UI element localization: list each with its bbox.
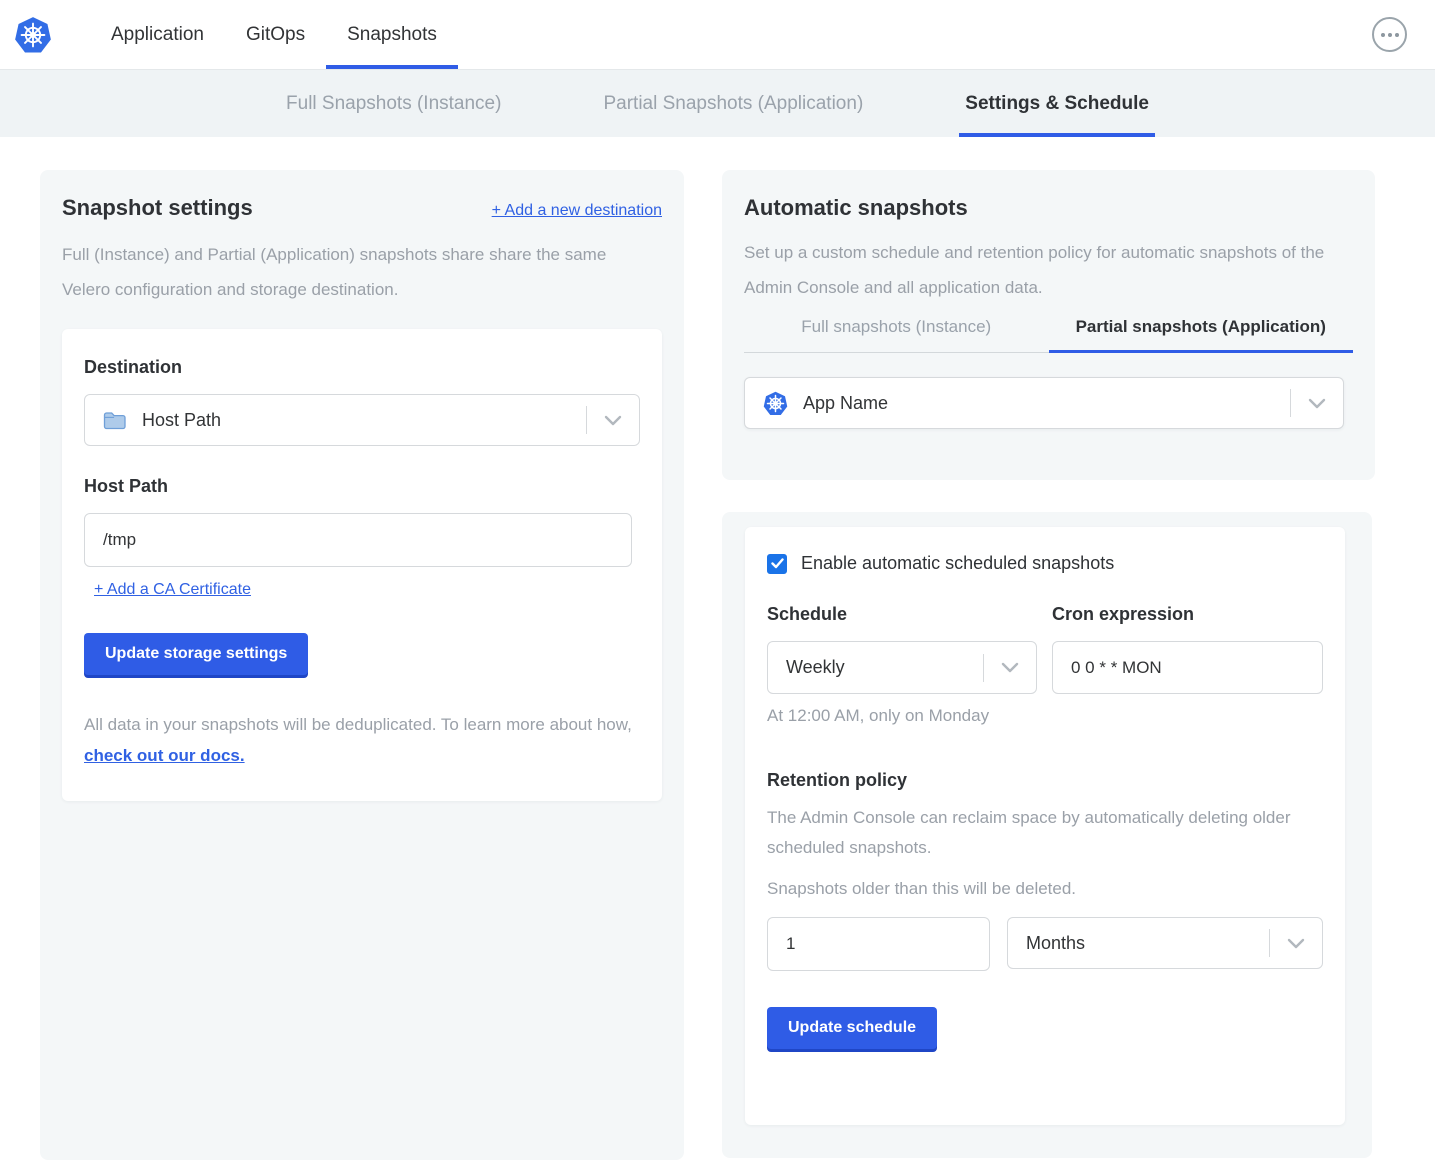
retention-policy-description: The Admin Console can reclaim space by a…: [767, 803, 1291, 863]
host-path-input[interactable]: [84, 513, 632, 567]
destination-value: Host Path: [142, 410, 221, 431]
cron-human-readable: At 12:00 AM, only on Monday: [767, 706, 1037, 726]
update-storage-settings-button[interactable]: Update storage settings: [84, 633, 308, 675]
app-select[interactable]: App Name: [744, 377, 1344, 429]
add-destination-link[interactable]: + Add a new destination: [492, 202, 662, 220]
snapshots-subnav: Full Snapshots (Instance) Partial Snapsh…: [0, 70, 1435, 137]
snapshots-settings-page: Application GitOps Snapshots Full Snapsh…: [0, 0, 1435, 1170]
storage-settings-form: Destination Host Path Host Path + Add a …: [62, 329, 662, 801]
nav-item-gitops[interactable]: GitOps: [225, 0, 326, 69]
schedule-interval-select[interactable]: Weekly: [767, 641, 1037, 694]
add-ca-certificate-link[interactable]: + Add a CA Certificate: [94, 581, 251, 599]
retention-hint: Snapshots older than this will be delete…: [767, 879, 1323, 899]
schedule-card: Enable automatic scheduled snapshots Sch…: [745, 527, 1345, 1125]
destination-label: Destination: [84, 357, 640, 378]
cron-expression-label: Cron expression: [1052, 604, 1323, 625]
tab-auto-partial-snapshots[interactable]: Partial snapshots (Application): [1049, 317, 1354, 353]
automatic-snapshots-tabs: Full snapshots (Instance) Partial snapsh…: [744, 317, 1353, 353]
nav-item-snapshots[interactable]: Snapshots: [326, 0, 458, 69]
schedule-interval-value: Weekly: [786, 657, 845, 678]
chevron-down-icon: [1270, 938, 1322, 949]
destination-select[interactable]: Host Path: [84, 394, 640, 446]
retention-unit-select[interactable]: Months: [1007, 917, 1323, 969]
kubernetes-app-icon: [763, 391, 788, 416]
host-path-label: Host Path: [84, 476, 640, 497]
retention-value-input[interactable]: [767, 917, 990, 971]
automatic-snapshots-card: Automatic snapshots Set up a custom sche…: [722, 170, 1375, 480]
chevron-down-icon: [1291, 398, 1343, 409]
snapshot-settings-description: Full (Instance) and Partial (Application…: [62, 237, 654, 307]
top-nav: Application GitOps Snapshots: [0, 0, 1435, 70]
tab-full-snapshots[interactable]: Full Snapshots (Instance): [280, 70, 507, 137]
checkmark-icon: [771, 558, 784, 569]
tab-partial-snapshots[interactable]: Partial Snapshots (Application): [597, 70, 869, 137]
chevron-down-icon: [587, 415, 639, 426]
retention-unit-value: Months: [1026, 933, 1085, 954]
tab-auto-full-snapshots[interactable]: Full snapshots (Instance): [744, 317, 1049, 353]
chevron-down-icon: [984, 662, 1036, 673]
dedupe-text: All data in your snapshots will be dedup…: [84, 715, 632, 734]
enable-snapshots-label: Enable automatic scheduled snapshots: [801, 553, 1114, 574]
app-select-value: App Name: [803, 393, 888, 414]
overflow-menu-button[interactable]: [1372, 17, 1407, 52]
folder-icon: [103, 411, 126, 430]
dedupe-note: All data in your snapshots will be dedup…: [84, 709, 640, 771]
nav-spacer: [458, 0, 1372, 69]
tab-settings-schedule[interactable]: Settings & Schedule: [959, 70, 1155, 137]
schedule-label: Schedule: [767, 604, 1037, 625]
retention-policy-title: Retention policy: [767, 770, 1323, 791]
ellipsis-icon: [1381, 33, 1399, 37]
schedule-section: Enable automatic scheduled snapshots Sch…: [722, 512, 1372, 1158]
automatic-snapshots-description: Set up a custom schedule and retention p…: [744, 235, 1340, 305]
update-schedule-button[interactable]: Update schedule: [767, 1007, 937, 1049]
cron-expression-input[interactable]: [1052, 641, 1323, 694]
kubernetes-logo: [14, 0, 52, 69]
enable-snapshots-checkbox[interactable]: [767, 554, 787, 574]
snapshot-settings-title: Snapshot settings: [62, 195, 253, 221]
automatic-snapshots-title: Automatic snapshots: [744, 195, 1353, 221]
docs-link[interactable]: check out our docs.: [84, 746, 245, 765]
nav-item-application[interactable]: Application: [90, 0, 225, 69]
snapshot-settings-card: Snapshot settings + Add a new destinatio…: [40, 170, 684, 1160]
